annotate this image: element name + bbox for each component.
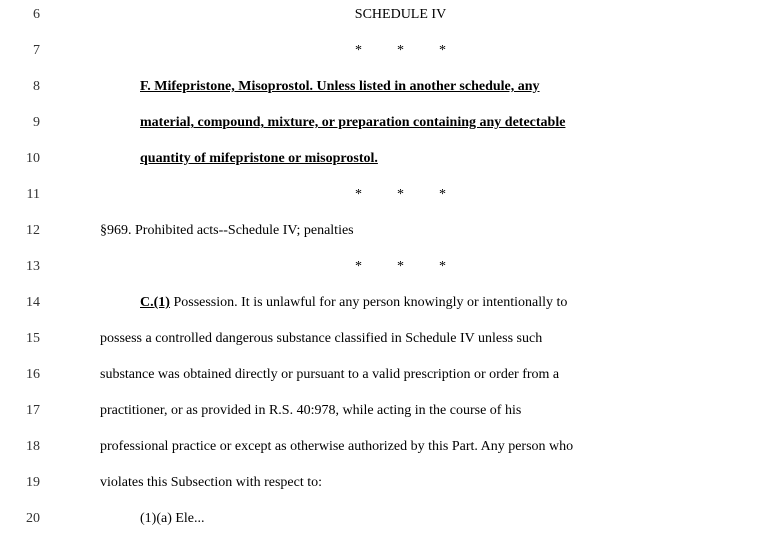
line-content: professional practice or except as other… <box>60 436 761 457</box>
asterisks-11: * * * <box>355 187 446 202</box>
line-row: 15 possess a controlled dangerous substa… <box>0 324 761 360</box>
line-8-text: F. Mifepristone, Misoprostol. Unless lis… <box>140 79 540 94</box>
line-18-text: professional practice or except as other… <box>100 439 573 454</box>
line-number: 16 <box>0 365 60 383</box>
line-content: F. Mifepristone, Misoprostol. Unless lis… <box>60 76 761 97</box>
line-number: 10 <box>0 149 60 167</box>
line-number: 7 <box>0 41 60 59</box>
line-row: 16 substance was obtained directly or pu… <box>0 360 761 396</box>
line-number: 11 <box>0 185 60 203</box>
line-content: quantity of mifepristone or misoprostol. <box>60 148 761 169</box>
line-content: * * * <box>60 184 761 205</box>
line-content: * * * <box>60 40 761 61</box>
line-row: 8 F. Mifepristone, Misoprostol. Unless l… <box>0 72 761 108</box>
line-number: 9 <box>0 113 60 131</box>
line-15-text: possess a controlled dangerous substance… <box>100 331 542 346</box>
line-10-text: quantity of mifepristone or misoprostol. <box>140 151 378 166</box>
line-number: 12 <box>0 221 60 239</box>
line-number: 6 <box>0 5 60 23</box>
line-content: C.(1) Possession. It is unlawful for any… <box>60 292 761 313</box>
line-12-text: §969. Prohibited acts--Schedule IV; pena… <box>100 223 354 238</box>
line-number: 8 <box>0 77 60 95</box>
line-row: 7 * * * <box>0 36 761 72</box>
schedule-title: SCHEDULE IV <box>355 7 446 22</box>
line-19-text: violates this Subsection with respect to… <box>100 475 322 490</box>
line-content: (1)(a) Ele... <box>60 508 761 529</box>
asterisks-7: * * * <box>355 43 446 58</box>
line-content: * * * <box>60 256 761 277</box>
line-content: possess a controlled dangerous substance… <box>60 328 761 349</box>
line-row: 18 professional practice or except as ot… <box>0 432 761 468</box>
line-row: 19 violates this Subsection with respect… <box>0 468 761 504</box>
asterisks-13: * * * <box>355 259 446 274</box>
line-row: 14 C.(1) Possession. It is unlawful for … <box>0 288 761 324</box>
line-number: 19 <box>0 473 60 491</box>
line-number: 15 <box>0 329 60 347</box>
line-content: §969. Prohibited acts--Schedule IV; pena… <box>60 220 761 241</box>
line-row: 9 material, compound, mixture, or prepar… <box>0 108 761 144</box>
document: 6 SCHEDULE IV 7 * * * 8 F. Mifepristone,… <box>0 0 761 540</box>
line-row: 6 SCHEDULE IV <box>0 0 761 36</box>
line-content: substance was obtained directly or pursu… <box>60 364 761 385</box>
line-number: 14 <box>0 293 60 311</box>
line-row: 17 practitioner, or as provided in R.S. … <box>0 396 761 432</box>
line-number: 13 <box>0 257 60 275</box>
line-content: practitioner, or as provided in R.S. 40:… <box>60 400 761 421</box>
line-row: 10 quantity of mifepristone or misoprost… <box>0 144 761 180</box>
line-row: 12 §969. Prohibited acts--Schedule IV; p… <box>0 216 761 252</box>
line-number: 17 <box>0 401 60 419</box>
line-content: material, compound, mixture, or preparat… <box>60 112 761 133</box>
line-content: violates this Subsection with respect to… <box>60 472 761 493</box>
line-20-text: (1)(a) Ele... <box>140 511 205 526</box>
line-16-text: substance was obtained directly or pursu… <box>100 367 559 382</box>
line-number: 18 <box>0 437 60 455</box>
line-content: SCHEDULE IV <box>60 4 761 25</box>
line-row: 13 * * * <box>0 252 761 288</box>
line-number: 20 <box>0 509 60 527</box>
line-9-text: material, compound, mixture, or preparat… <box>140 115 565 130</box>
line-17-text: practitioner, or as provided in R.S. 40:… <box>100 403 521 418</box>
line-row: 11 * * * <box>0 180 761 216</box>
line-14-text: C.(1) Possession. It is unlawful for any… <box>140 295 567 310</box>
line-row: 20 (1)(a) Ele... <box>0 504 761 540</box>
